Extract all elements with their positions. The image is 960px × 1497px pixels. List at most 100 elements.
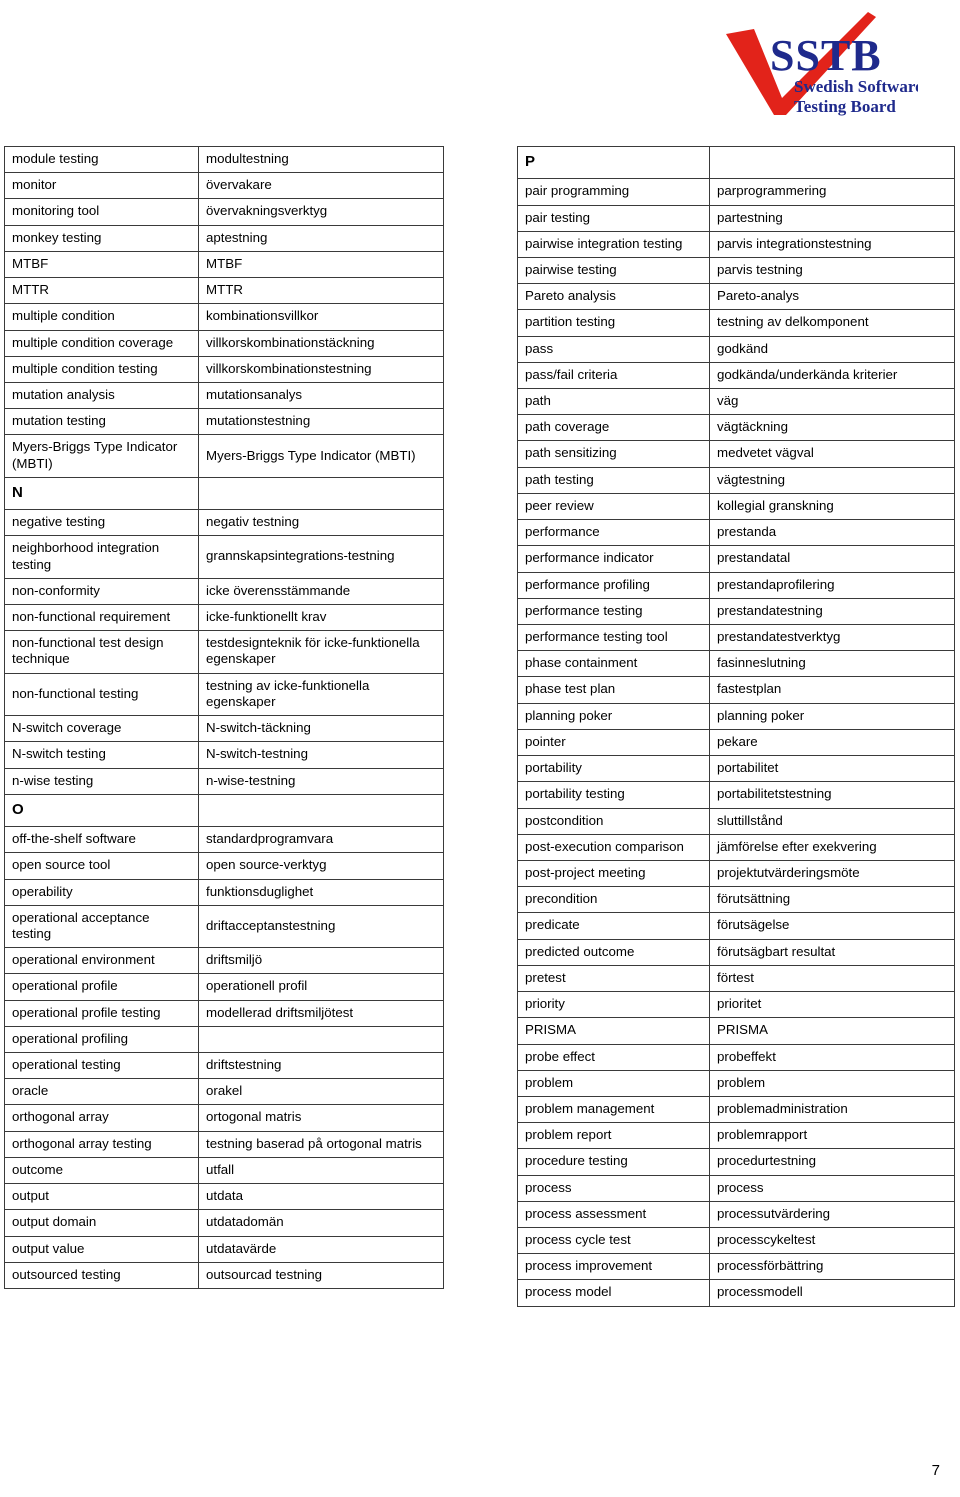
- glossary-row: operational acceptance testing driftaccep…: [4, 904, 444, 949]
- term-swedish: utdata: [198, 1183, 444, 1211]
- term-swedish: problem: [709, 1069, 955, 1097]
- term-swedish: testning baserad på ortogonal matris: [198, 1130, 444, 1158]
- glossary-row: negative testing negativ testning: [4, 509, 444, 537]
- glossary-row: output utdata: [4, 1183, 444, 1211]
- glossary-row: pass godkänd: [517, 335, 955, 363]
- term-swedish: modultestning: [198, 145, 444, 174]
- term-swedish: aptestning: [198, 224, 444, 252]
- term-english: monkey testing: [4, 224, 199, 252]
- term-swedish: Myers-Briggs Type Indicator (MBTI): [198, 434, 444, 478]
- page-header: SSTB Swedish Software Testing Board: [0, 0, 960, 140]
- term-english: MTTR: [4, 277, 199, 305]
- glossary-row: operability funktionsduglighet: [4, 878, 444, 906]
- glossary-row: non-functional requirement icke-funktione…: [4, 604, 444, 632]
- term-swedish: övervakare: [198, 172, 444, 200]
- term-english: process improvement: [517, 1253, 710, 1281]
- glossary-row: oracle orakel: [4, 1078, 444, 1106]
- term-swedish: orakel: [198, 1078, 444, 1106]
- term-swedish: processförbättring: [709, 1253, 955, 1281]
- term-swedish: icke överensstämmande: [198, 577, 444, 606]
- term-english: pairwise testing: [517, 256, 710, 285]
- section-letter: P: [517, 145, 710, 180]
- term-english: off-the-shelf software: [4, 826, 199, 854]
- term-english: PRISMA: [517, 1017, 710, 1045]
- term-english: post-project meeting: [517, 859, 710, 888]
- glossary-row: pass/fail criteria godkända/underkända kr…: [517, 361, 955, 390]
- term-swedish: mutationstestning: [198, 408, 444, 436]
- logo-subtitle-line1: Swedish Software: [794, 77, 918, 96]
- term-swedish: förutsägbart resultat: [709, 938, 955, 966]
- term-swedish: planning poker: [709, 702, 955, 730]
- glossary-row: orthogonal array ortogonal matris: [4, 1104, 444, 1132]
- term-swedish: operationell profil: [198, 973, 444, 1001]
- term-english: precondition: [517, 886, 710, 914]
- term-english: problem management: [517, 1095, 710, 1124]
- glossary-row: non-functional test design technique test…: [4, 630, 444, 674]
- term-english: pair testing: [517, 204, 710, 232]
- term-swedish: processutvärdering: [709, 1200, 955, 1229]
- term-english: path testing: [517, 466, 710, 494]
- term-swedish: processmodell: [709, 1279, 955, 1307]
- term-english: n-wise testing: [4, 767, 199, 795]
- term-swedish: förutsägelse: [709, 912, 955, 940]
- term-english: module testing: [4, 145, 199, 174]
- glossary-row: non-functional testing testning av icke-f…: [4, 672, 444, 717]
- term-english: performance profiling: [517, 571, 710, 599]
- term-english: non-functional requirement: [4, 604, 199, 632]
- term-english: non-conformity: [4, 577, 199, 606]
- term-swedish: standardprogramvara: [198, 826, 444, 854]
- glossary-row: portability portabilitet: [517, 755, 955, 783]
- term-swedish: driftsmiljö: [198, 947, 444, 975]
- page-footer: 7: [0, 1462, 960, 1497]
- term-english: neighborhood integration testing: [4, 535, 199, 579]
- term-swedish: portabilitetstestning: [709, 781, 955, 809]
- term-swedish: kollegial granskning: [709, 492, 955, 521]
- term-english: peer review: [517, 492, 710, 521]
- term-swedish: villkorskombinationstäckning: [198, 329, 444, 357]
- term-swedish: n-wise-testning: [198, 767, 444, 795]
- section-letter: O: [4, 793, 199, 828]
- term-swedish: testdesignteknik för icke-funktionella e…: [198, 630, 444, 674]
- term-english: partition testing: [517, 309, 710, 337]
- term-english: probe effect: [517, 1043, 710, 1071]
- term-english: phase containment: [517, 650, 710, 678]
- term-english: path sensitizing: [517, 440, 710, 468]
- term-swedish: prestandaprofilering: [709, 571, 955, 599]
- term-swedish: parvis testning: [709, 256, 955, 285]
- glossary-row: planning poker planning poker: [517, 702, 955, 730]
- term-english: outsourced testing: [4, 1261, 199, 1290]
- glossary-row: open source tool open source-verktyg: [4, 852, 444, 880]
- glossary-row: operational profile testing modellerad dr…: [4, 999, 444, 1027]
- term-english: pass/fail criteria: [517, 361, 710, 390]
- term-swedish: parprogrammering: [709, 178, 955, 206]
- glossary-row: monitor övervakare: [4, 172, 444, 200]
- glossary-row: performance testing prestandatestning: [517, 597, 955, 626]
- term-swedish: medvetet vägval: [709, 440, 955, 468]
- term-english: performance testing: [517, 597, 710, 626]
- glossary-row: problem management problemadministration: [517, 1095, 955, 1124]
- term-english: performance indicator: [517, 545, 710, 573]
- logo-acronym: SSTB: [770, 31, 882, 80]
- term-english: performance testing tool: [517, 624, 710, 652]
- term-swedish: open source-verktyg: [198, 852, 444, 880]
- term-english: outcome: [4, 1156, 199, 1185]
- glossary-row: N-switch testing N-switch-testning: [4, 741, 444, 769]
- term-swedish: ortogonal matris: [198, 1104, 444, 1132]
- glossary-row: operational profile operationell profil: [4, 973, 444, 1001]
- glossary-row: mutation testing mutationstestning: [4, 408, 444, 436]
- term-english: planning poker: [517, 702, 710, 730]
- logo-subtitle-line2: Testing Board: [794, 97, 896, 116]
- term-english: pair programming: [517, 178, 710, 206]
- term-english: performance: [517, 519, 710, 547]
- glossary-row: priority prioritet: [517, 991, 955, 1019]
- glossary-row: process model processmodell: [517, 1279, 955, 1307]
- glossary-row: output value utdatavärde: [4, 1235, 444, 1263]
- term-swedish: vägtäckning: [709, 414, 955, 442]
- term-swedish: prestandatal: [709, 545, 955, 573]
- term-english: procedure testing: [517, 1148, 710, 1176]
- term-swedish: MTTR: [198, 277, 444, 305]
- glossary-row: process cycle test processcykeltest: [517, 1227, 955, 1255]
- term-english: postcondition: [517, 807, 710, 835]
- term-english: phase test plan: [517, 676, 710, 704]
- section-header-row: P: [517, 145, 955, 180]
